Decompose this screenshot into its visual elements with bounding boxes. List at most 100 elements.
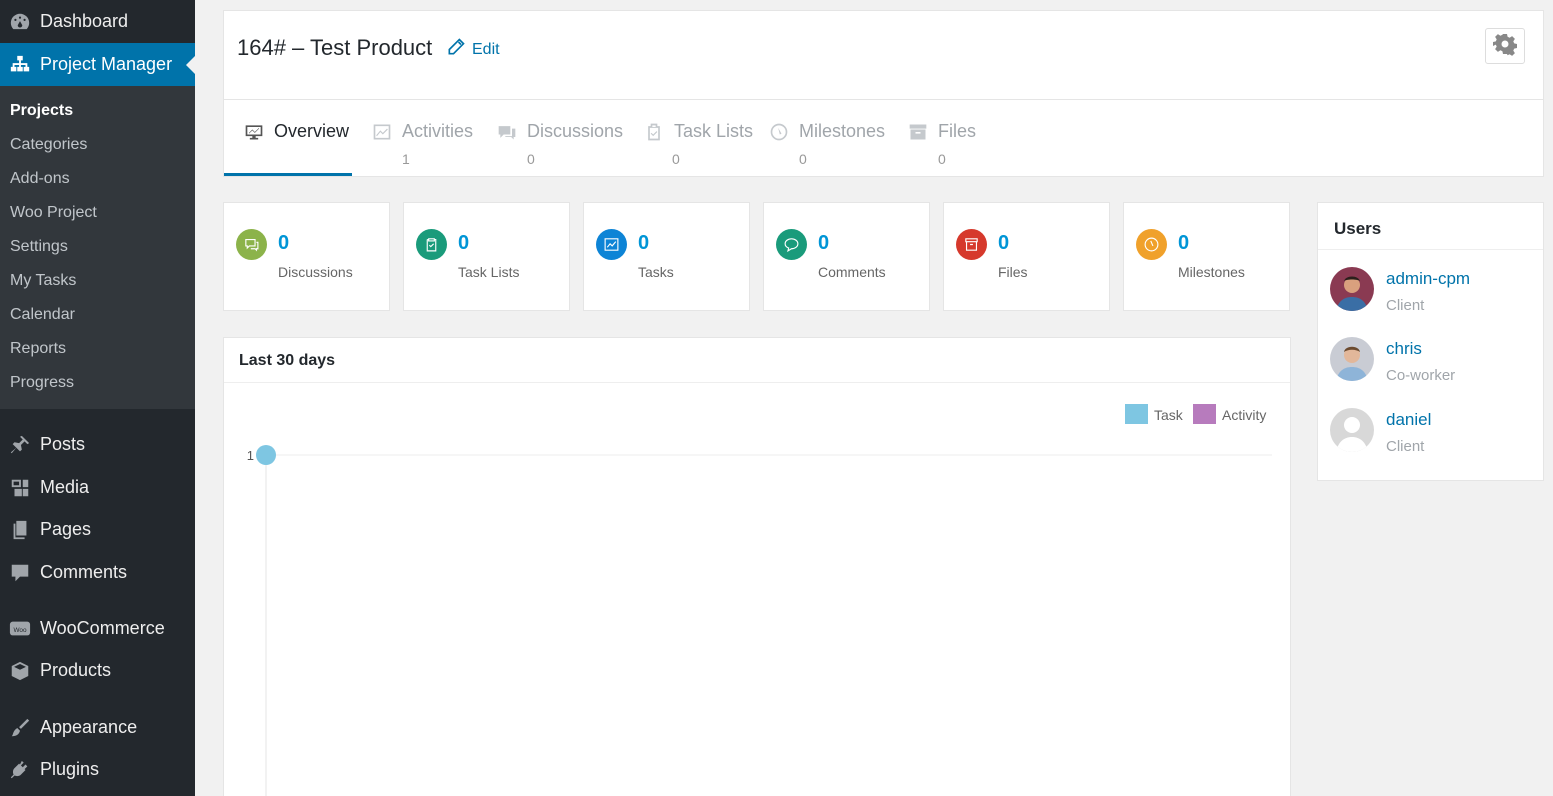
tab-activities[interactable]: Activities 1 — [372, 121, 473, 177]
submenu-woo-project[interactable]: Woo Project — [10, 204, 97, 222]
user-role: Client — [1386, 438, 1425, 455]
dashboard-icon — [0, 11, 40, 33]
tab-activities-label: Activities — [402, 121, 474, 141]
stat-task-lists-value: 0 — [458, 232, 470, 254]
tab-overview[interactable]: Overview — [244, 121, 349, 177]
menu-project-manager[interactable]: Project Manager — [0, 43, 195, 86]
stat-files-label: Files — [998, 264, 1028, 280]
comment-icon — [0, 562, 40, 584]
stat-discussions[interactable]: 0 Discussions — [223, 202, 390, 311]
line-chart: 1 Task Activity — [247, 404, 1272, 796]
avatar[interactable] — [1330, 267, 1374, 311]
menu-comments-label: Comments — [40, 562, 128, 582]
submenu-calendar[interactable]: Calendar — [10, 306, 75, 324]
edit-project-link[interactable]: Edit — [446, 37, 500, 62]
menu-woocommerce[interactable]: Woo WooCommerce — [0, 607, 195, 650]
clipboard-icon — [416, 229, 447, 260]
tab-task-lists-label: Task Lists — [674, 121, 754, 141]
menu-dashboard[interactable]: Dashboard — [0, 0, 195, 43]
users-card: Users admin-cpm Client chris Co-worker d… — [1317, 202, 1544, 481]
stat-task-lists-label: Task Lists — [458, 264, 520, 280]
menu-products-label: Products — [40, 660, 112, 680]
menu-pages-label: Pages — [40, 519, 92, 539]
submenu-settings[interactable]: Settings — [10, 238, 68, 256]
menu-posts-label: Posts — [40, 434, 86, 454]
stat-comments[interactable]: 0 Comments — [763, 202, 930, 311]
sitemap-icon — [0, 54, 40, 76]
submenu-projects[interactable]: Projects — [10, 102, 73, 120]
menu-comments[interactable]: Comments — [0, 551, 195, 594]
activity-chart-card: Last 30 days 1 Task Activity — [223, 337, 1291, 796]
user-role: Client — [1386, 297, 1425, 314]
box-icon — [0, 660, 40, 682]
stat-tasks-value: 0 — [638, 232, 650, 254]
project-manager-submenu: Projects Categories Add-ons Woo Project … — [0, 86, 195, 409]
tab-discussions[interactable]: Discussions 0 — [497, 121, 623, 177]
project-title: 164# – Test Product — [237, 35, 433, 60]
tab-milestones-count: 0 — [799, 151, 807, 167]
avatar[interactable] — [1330, 337, 1374, 381]
stat-milestones-value: 0 — [1178, 232, 1190, 254]
stat-discussions-label: Discussions — [278, 264, 353, 280]
pages-icon — [0, 519, 40, 541]
user-name[interactable]: admin-cpm — [1386, 269, 1470, 289]
gear-icon — [1493, 32, 1517, 61]
submenu-progress[interactable]: Progress — [10, 374, 74, 392]
tab-milestones[interactable]: Milestones 0 — [769, 121, 885, 177]
stat-comments-label: Comments — [818, 264, 886, 280]
menu-appearance[interactable]: Appearance — [0, 706, 195, 749]
stat-milestones[interactable]: 0 Milestones — [1123, 202, 1290, 311]
tab-discussions-count: 0 — [527, 151, 535, 167]
menu-plugins[interactable]: Plugins — [0, 748, 195, 791]
tab-files-label: Files — [938, 121, 977, 141]
tab-task-lists[interactable]: Task Lists 0 — [644, 121, 753, 177]
tab-discussions-label: Discussions — [527, 121, 624, 141]
legend-label-task: Task — [1154, 407, 1184, 423]
paintbrush-icon — [0, 717, 40, 739]
submenu-categories[interactable]: Categories — [10, 136, 87, 154]
avatar[interactable] — [1330, 408, 1374, 452]
user-item: chris Co-worker — [1330, 337, 1540, 397]
menu-dashboard-label: Dashboard — [40, 11, 129, 31]
tab-files[interactable]: Files 0 — [908, 121, 976, 177]
stat-tasks[interactable]: 0 Tasks — [583, 202, 750, 311]
stat-milestones-label: Milestones — [1178, 264, 1245, 280]
pushpin-icon — [0, 434, 40, 456]
menu-media[interactable]: Media — [0, 466, 195, 509]
comment-bubble-icon — [776, 229, 807, 260]
pencil-icon — [446, 37, 472, 62]
legend-swatch-activity — [1193, 404, 1216, 424]
submenu-add-ons[interactable]: Add-ons — [10, 170, 70, 188]
media-icon — [0, 477, 40, 499]
user-name[interactable]: chris — [1386, 339, 1422, 359]
users-title: Users — [1334, 219, 1382, 238]
clipboard-icon — [648, 123, 660, 140]
tab-milestones-label: Milestones — [799, 121, 886, 141]
menu-appearance-label: Appearance — [40, 717, 138, 737]
monitor-icon — [245, 124, 263, 139]
menu-products[interactable]: Products — [0, 649, 195, 692]
discussion-icon — [236, 229, 267, 260]
tabs-divider — [224, 99, 1543, 100]
tab-activities-count: 1 — [402, 151, 410, 167]
menu-posts[interactable]: Posts — [0, 423, 195, 466]
settings-button[interactable] — [1485, 28, 1525, 64]
stat-task-lists[interactable]: 0 Task Lists — [403, 202, 570, 311]
archive-icon — [956, 229, 987, 260]
menu-plugins-label: Plugins — [40, 759, 100, 779]
legend-label-activity: Activity — [1222, 407, 1266, 423]
submenu-reports[interactable]: Reports — [10, 340, 66, 358]
plug-icon — [0, 759, 40, 781]
woo-icon: Woo — [0, 618, 40, 640]
user-name[interactable]: daniel — [1386, 410, 1431, 430]
y-tick-label: 1 — [247, 448, 254, 463]
menu-woocommerce-label: WooCommerce — [40, 618, 165, 638]
legend-swatch-task — [1125, 404, 1148, 424]
users-divider — [1318, 249, 1543, 250]
stat-discussions-value: 0 — [278, 232, 290, 254]
stat-files[interactable]: 0 Files — [943, 202, 1110, 311]
user-role: Co-worker — [1386, 367, 1456, 384]
menu-pages[interactable]: Pages — [0, 508, 195, 551]
submenu-my-tasks[interactable]: My Tasks — [10, 272, 76, 290]
stat-comments-value: 0 — [818, 232, 830, 254]
